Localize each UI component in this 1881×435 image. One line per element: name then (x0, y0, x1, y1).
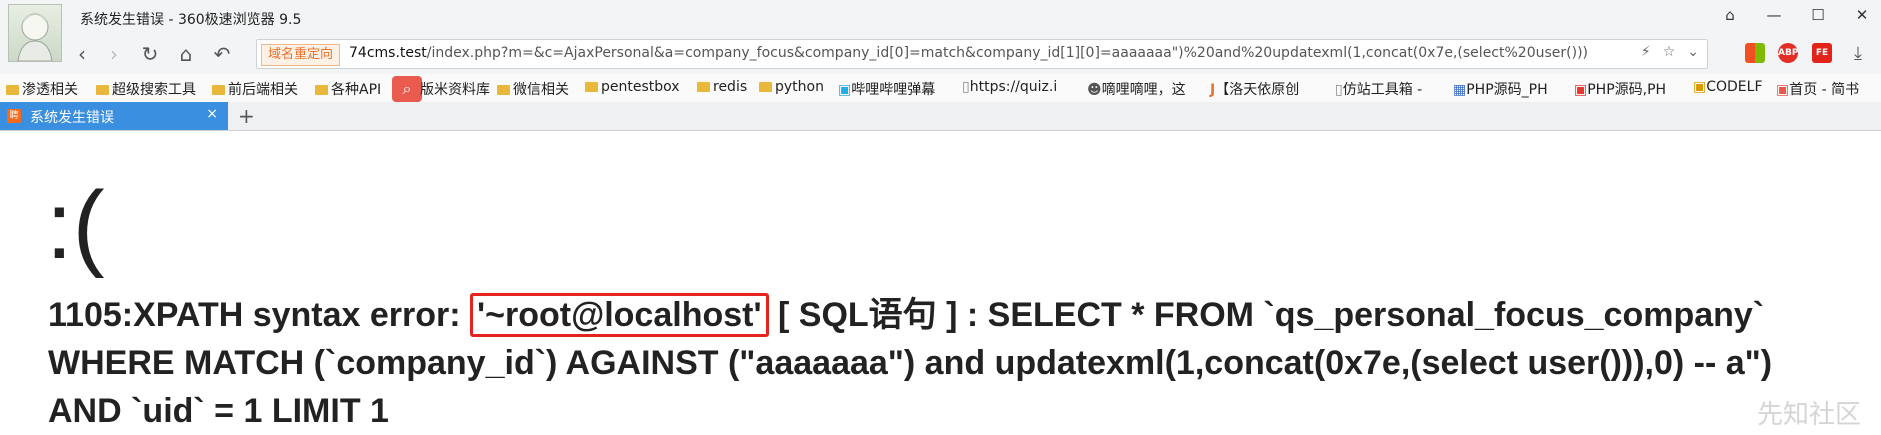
bookmark-item[interactable]: J【洛天依原创 (1210, 79, 1299, 99)
chevron-down-icon[interactable]: ⌄ (1687, 44, 1699, 60)
url-host: 74cms.test (349, 45, 427, 61)
back-icon[interactable]: ‹ (70, 42, 94, 66)
tab-label: 系统发生错误 (30, 110, 114, 126)
sad-face: :( (46, 172, 105, 279)
bookmark-item[interactable]: 各种API (315, 79, 381, 99)
bookmark-item[interactable]: ☻嘀哩嘀哩，这 (1087, 79, 1186, 99)
bookmark-item[interactable]: ▣PHP源码,PH (1574, 79, 1666, 99)
star-icon[interactable]: ☆ (1663, 44, 1676, 60)
fe-icon[interactable]: FE (1812, 43, 1832, 63)
forward-icon[interactable]: › (102, 42, 126, 66)
lightning-icon[interactable]: ⚡ (1641, 44, 1651, 60)
bookmark-item[interactable]: ▣哔哩哔哩弹幕 (838, 79, 935, 99)
page-icon: ▯ (962, 79, 970, 95)
address-bar[interactable]: 域名重定向 74cms.test/index.php?m=&c=AjaxPers… (256, 39, 1708, 69)
undo-icon[interactable]: ↶ (210, 42, 234, 66)
bookmark-item[interactable]: pentestbox (585, 79, 680, 95)
jianshu-icon: ▣ (1776, 82, 1790, 98)
tab-close-button[interactable]: × (206, 106, 218, 122)
error-highlight: '~root@localhost' (470, 293, 769, 337)
bookmark-item[interactable]: ▯https://quiz.i (962, 79, 1057, 95)
new-tab-button[interactable]: + (238, 104, 255, 128)
refresh-icon[interactable]: ↻ (138, 42, 162, 66)
window-title: 系统发生错误 - 360极速浏览器 9.5 (80, 12, 302, 28)
navigation-bar: ‹ › ↻ ⌂ ↶ 域名重定向 74cms.test/index.php?m=&… (0, 34, 1881, 74)
url-path: /index.php?m=&c=AjaxPersonal&a=company_f… (426, 45, 1589, 61)
bookmark-item[interactable]: 超级搜索工具 (96, 79, 196, 99)
redirect-tag: 域名重定向 (261, 44, 341, 66)
favicon-icon: 聘 (7, 109, 21, 123)
skin-icon[interactable]: ⌂ (1719, 6, 1741, 24)
bilibili-icon: ▣ (838, 82, 852, 98)
tab-active[interactable]: 聘 系统发生错误 × (0, 102, 228, 130)
close-button[interactable]: ✕ (1851, 6, 1873, 24)
adblock-icon[interactable]: ABP (1778, 43, 1798, 63)
bookmark-item[interactable]: ▣首页 - 简书 (1776, 79, 1859, 99)
bookmark-item[interactable]: redis (697, 79, 747, 95)
bookmark-item[interactable]: python (759, 79, 824, 95)
page-icon: ▯ (1335, 82, 1343, 98)
avatar[interactable] (8, 4, 62, 62)
title-bar: 系统发生错误 - 360极速浏览器 9.5 ⌂ — ☐ ✕ (0, 0, 1881, 62)
home-icon[interactable]: ⌂ (174, 42, 198, 66)
bookmark-item[interactable]: 前后端相关 (212, 79, 298, 99)
bookmarks-bar: 渗透相关 超级搜索工具 前后端相关 各种API ⌕ 版米资料库 微信相关 pen… (0, 74, 1881, 103)
codelf-icon: ▣ (1693, 79, 1707, 95)
face-icon: ☻ (1087, 82, 1102, 98)
php-icon: ▦ (1453, 82, 1467, 98)
error-prefix: 1105:XPATH syntax error: (48, 296, 471, 334)
apps-icon[interactable] (1745, 43, 1765, 63)
tab-strip: 聘 系统发生错误 × + (0, 102, 1881, 131)
minimize-button[interactable]: — (1763, 6, 1785, 24)
page-content: :( 1105:XPATH syntax error: '~root@local… (0, 131, 1881, 435)
search-icon[interactable]: ⌕ (392, 76, 422, 102)
bookmark-item[interactable]: 版米资料库 (420, 79, 490, 99)
error-message: 1105:XPATH syntax error: '~root@localhos… (48, 291, 1848, 435)
bookmark-item[interactable]: ▦PHP源码_PH (1453, 79, 1548, 99)
bookmark-item[interactable]: 微信相关 (497, 79, 569, 99)
address-icons: ⚡ ☆ ⌄ (1641, 44, 1699, 60)
watermark: 先知社区 (1756, 400, 1861, 430)
bookmark-item[interactable]: 渗透相关 (6, 79, 78, 99)
download-icon[interactable]: ⤓ (1846, 42, 1870, 66)
url-text[interactable]: 74cms.test/index.php?m=&c=AjaxPersonal&a… (349, 45, 1589, 61)
maximize-button[interactable]: ☐ (1807, 6, 1829, 24)
php-red-icon: ▣ (1574, 82, 1588, 98)
window-controls: ⌂ — ☐ ✕ (1719, 6, 1873, 24)
bookmark-item[interactable]: ▣CODELF (1693, 79, 1763, 95)
bookmark-item[interactable]: ▯仿站工具箱 - (1335, 79, 1422, 99)
